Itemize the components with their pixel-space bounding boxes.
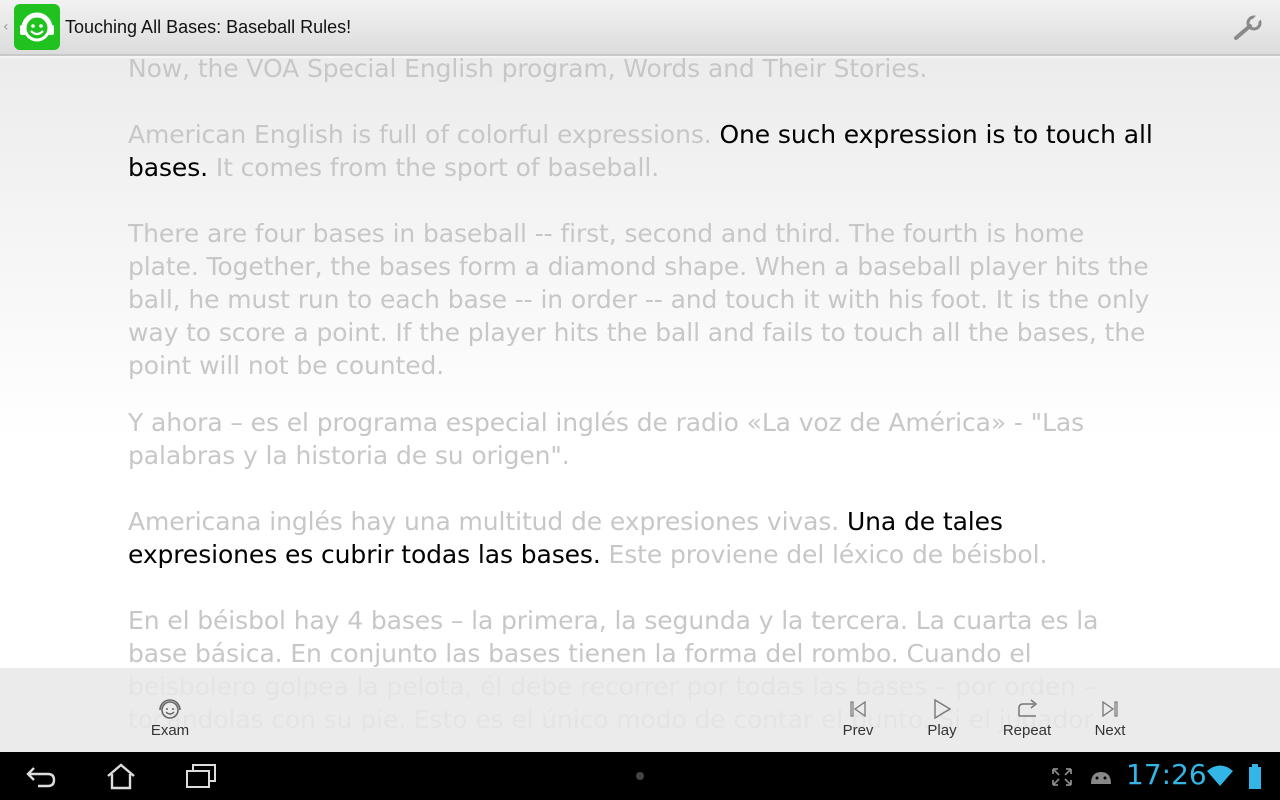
recent-apps-icon[interactable]	[184, 762, 218, 794]
play-button[interactable]: Play	[917, 698, 967, 739]
page-title: Touching All Bases: Baseball Rules!	[65, 16, 352, 37]
spanish-paragraph-2: Americana inglés hay una multitud de exp…	[128, 507, 1048, 569]
wrench-icon[interactable]	[1232, 14, 1264, 42]
action-bar: ‹ Touching All Bases: Baseball Rules!	[0, 0, 1280, 56]
play-icon	[934, 698, 952, 720]
android-icon	[1088, 768, 1114, 792]
clock: 17:26	[1126, 758, 1207, 791]
wifi-icon	[1206, 764, 1234, 792]
exam-button[interactable]: Exam	[145, 698, 195, 739]
spanish-paragraph-1: Y ahora – es el programa especial inglés…	[128, 408, 1084, 470]
page-indicator-dot	[636, 772, 644, 780]
english-paragraph-3: There are four bases in baseball -- firs…	[128, 219, 1150, 380]
repeat-icon	[1018, 699, 1038, 717]
chevron-left-icon[interactable]: ‹	[3, 19, 13, 35]
english-paragraph-1: Now, the VOA Special English program, Wo…	[128, 58, 928, 83]
smiley-headphones-icon	[159, 699, 181, 719]
battery-icon	[1248, 764, 1262, 794]
back-icon[interactable]	[24, 762, 58, 794]
skip-previous-icon	[850, 700, 866, 718]
fullscreen-icon[interactable]	[1050, 766, 1074, 792]
smiley-headphones-icon[interactable]	[14, 4, 60, 50]
home-icon[interactable]	[104, 762, 138, 794]
english-text-section: Now, the VOA Special English program, Wo…	[128, 58, 1158, 415]
skip-next-icon	[1102, 700, 1118, 718]
repeat-button[interactable]: Repeat	[996, 698, 1058, 739]
prev-button[interactable]: Prev	[833, 698, 883, 739]
playback-controls: Exam Prev Play Repeat Next	[0, 668, 1280, 752]
english-paragraph-2: American English is full of colorful exp…	[128, 120, 1153, 182]
system-nav-bar: 17:26	[0, 752, 1280, 800]
lesson-text-area[interactable]: Now, the VOA Special English program, Wo…	[0, 58, 1280, 752]
next-button[interactable]: Next	[1085, 698, 1135, 739]
